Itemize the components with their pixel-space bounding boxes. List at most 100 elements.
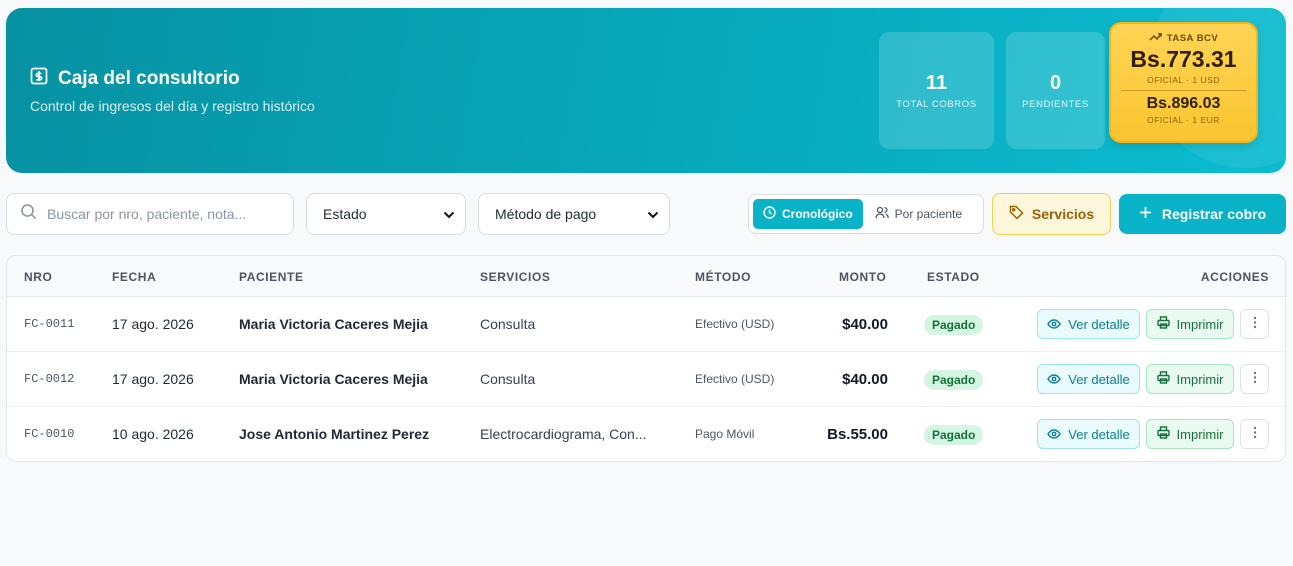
- cell-servicios: Consulta: [480, 316, 536, 332]
- view-by-patient-label: Por paciente: [894, 207, 963, 221]
- more-options-button[interactable]: [1240, 364, 1269, 394]
- cell-paciente: Jose Antonio Martinez Perez: [239, 426, 430, 442]
- table-header: NRO FECHA PACIENTE SERVICIOS MÉTODO MONT…: [7, 256, 1285, 297]
- rate-label: TASA BCV: [1166, 32, 1219, 44]
- search-icon: [20, 203, 37, 225]
- services-button[interactable]: Servicios: [992, 193, 1111, 235]
- header-banner: Caja del consultorio Control de ingresos…: [6, 8, 1286, 173]
- more-vertical-icon: [1253, 426, 1257, 442]
- cell-nro: FC-0011: [24, 317, 75, 331]
- cell-nro: FC-0012: [24, 372, 75, 386]
- status-badge: Pagado: [924, 370, 984, 390]
- cell-metodo: Efectivo (USD): [695, 317, 775, 331]
- view-detail-label: Ver detalle: [1068, 371, 1130, 387]
- stat-value: 0: [1049, 72, 1062, 94]
- chevron-down-icon: [443, 206, 455, 222]
- cell-servicios: Consulta: [480, 371, 536, 387]
- more-vertical-icon: [1253, 371, 1257, 387]
- print-button[interactable]: Imprimir: [1146, 309, 1234, 339]
- view-toggle: Cronológico Por paciente: [748, 194, 984, 234]
- status-badge: Pagado: [924, 315, 984, 335]
- printer-icon: [1156, 316, 1170, 332]
- divider: [1121, 90, 1246, 91]
- eye-icon: [1047, 372, 1062, 387]
- col-estado: ESTADO: [927, 270, 980, 284]
- print-label: Imprimir: [1176, 371, 1224, 387]
- search-input[interactable]: [47, 206, 277, 222]
- print-button[interactable]: Imprimir: [1146, 419, 1234, 449]
- stat-label: TOTAL COBROS: [896, 99, 977, 110]
- usd-rate-note: OFICIAL · 1 USD: [1147, 75, 1220, 85]
- col-nro: NRO: [24, 270, 53, 284]
- col-acciones: ACCIONES: [1200, 270, 1269, 284]
- cell-monto: Bs.55.00: [827, 426, 888, 443]
- eye-icon: [1047, 427, 1062, 442]
- cell-monto: $40.00: [842, 371, 888, 388]
- cell-fecha: 17 ago. 2026: [112, 371, 194, 387]
- register-payment-label: Registrar cobro: [1161, 206, 1267, 222]
- stat-total-cobros: 11 TOTAL COBROS: [879, 32, 994, 149]
- table-row: FC-0011 17 ago. 2026 Maria Victoria Cace…: [7, 297, 1285, 352]
- view-chronological-button[interactable]: Cronológico: [753, 199, 863, 229]
- page-title: Caja del consultorio: [58, 68, 240, 89]
- toolbar: Estado Método de pago Cronológico Por pa…: [0, 193, 1293, 235]
- cell-paciente: Maria Victoria Caceres Mejia: [239, 371, 428, 387]
- view-detail-label: Ver detalle: [1068, 316, 1130, 332]
- view-chronological-label: Cronológico: [782, 207, 853, 221]
- col-servicios: SERVICIOS: [480, 270, 551, 284]
- printer-icon: [1156, 426, 1170, 442]
- estado-select[interactable]: Estado: [306, 193, 466, 235]
- col-metodo: MÉTODO: [695, 270, 752, 284]
- services-button-label: Servicios: [1031, 206, 1095, 222]
- view-detail-button[interactable]: Ver detalle: [1037, 364, 1140, 394]
- search-box[interactable]: [6, 193, 294, 235]
- print-label: Imprimir: [1176, 316, 1224, 332]
- metodo-pago-select[interactable]: Método de pago: [478, 193, 670, 235]
- page-title-group: Caja del consultorio: [30, 67, 240, 91]
- col-monto: MONTO: [839, 270, 887, 284]
- cell-fecha: 17 ago. 2026: [112, 316, 194, 332]
- more-vertical-icon: [1253, 316, 1257, 332]
- stat-label: PENDIENTES: [1022, 99, 1089, 110]
- table-row: FC-0012 17 ago. 2026 Maria Victoria Cace…: [7, 352, 1285, 407]
- trending-up-icon: [1149, 32, 1162, 44]
- status-badge: Pagado: [924, 425, 984, 445]
- clock-icon: [763, 206, 776, 222]
- view-detail-button[interactable]: Ver detalle: [1037, 309, 1140, 339]
- eur-rate-value: Bs.896.03: [1146, 95, 1221, 112]
- stat-value: 11: [925, 72, 948, 94]
- col-paciente: PACIENTE: [239, 270, 304, 284]
- more-options-button[interactable]: [1240, 419, 1269, 449]
- table-row: FC-0010 10 ago. 2026 Jose Antonio Martin…: [7, 407, 1285, 461]
- chevron-down-icon: [647, 206, 659, 222]
- dollar-receipt-icon: [30, 67, 48, 91]
- payments-table: NRO FECHA PACIENTE SERVICIOS MÉTODO MONT…: [6, 255, 1286, 462]
- estado-select-value: Estado: [323, 206, 367, 222]
- stat-pendientes: 0 PENDIENTES: [1006, 32, 1105, 149]
- plus-icon: [1139, 206, 1152, 222]
- view-detail-label: Ver detalle: [1068, 426, 1130, 442]
- printer-icon: [1156, 371, 1170, 387]
- cell-servicios: Electrocardiograma, Con...: [480, 426, 647, 442]
- page-subtitle: Control de ingresos del día y registro h…: [30, 98, 315, 114]
- col-fecha: FECHA: [112, 270, 157, 284]
- usd-rate-value: Bs.773.31: [1130, 46, 1237, 72]
- eur-rate-note: OFICIAL · 1 EUR: [1147, 115, 1220, 125]
- tag-icon: [1009, 205, 1024, 223]
- register-payment-button[interactable]: Registrar cobro: [1119, 194, 1286, 234]
- more-options-button[interactable]: [1240, 309, 1269, 339]
- users-icon: [875, 206, 889, 222]
- eye-icon: [1047, 317, 1062, 332]
- cell-metodo: Pago Móvil: [695, 427, 755, 441]
- cell-fecha: 10 ago. 2026: [112, 426, 194, 442]
- view-by-patient-button[interactable]: Por paciente: [865, 199, 972, 229]
- view-detail-button[interactable]: Ver detalle: [1037, 419, 1140, 449]
- cell-paciente: Maria Victoria Caceres Mejia: [239, 316, 428, 332]
- print-label: Imprimir: [1176, 426, 1224, 442]
- cell-metodo: Efectivo (USD): [695, 372, 775, 386]
- bcv-rate-card: TASA BCV Bs.773.31 OFICIAL · 1 USD Bs.89…: [1109, 22, 1258, 143]
- cell-monto: $40.00: [842, 316, 888, 333]
- print-button[interactable]: Imprimir: [1146, 364, 1234, 394]
- metodo-select-value: Método de pago: [495, 206, 597, 222]
- cell-nro: FC-0010: [24, 427, 75, 441]
